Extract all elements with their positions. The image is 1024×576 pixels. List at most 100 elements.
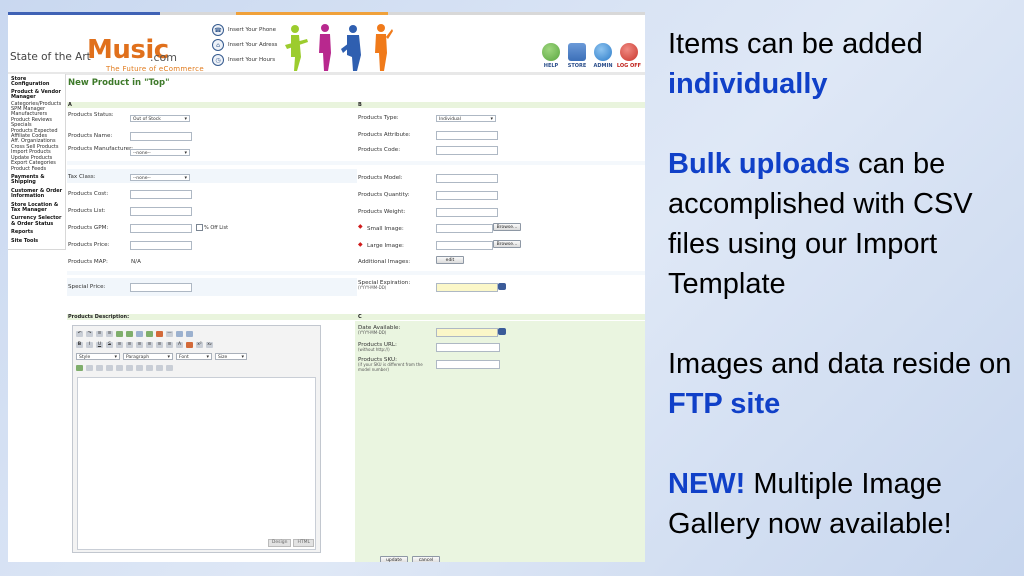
redo-icon[interactable]: ↷ [86, 331, 93, 337]
sidebar-item-store-location-tax[interactable]: Store Location & Tax Manager [8, 202, 65, 214]
editor-toolbar-1: ↶ ↷ ≡ ≡ — [76, 331, 193, 337]
align-center-icon[interactable]: ≡ [126, 342, 133, 348]
products-gpm-input[interactable] [130, 224, 192, 233]
insert-col-icon[interactable] [126, 365, 133, 371]
feature-notes: Items can be added individually Bulk upl… [668, 24, 1018, 544]
product-form: New Product in "Top" A B Products Status… [67, 74, 645, 562]
split-cells-icon[interactable] [146, 365, 153, 371]
tax-class-select[interactable]: --none-- [130, 174, 190, 182]
outdent-icon[interactable]: ≡ [166, 342, 173, 348]
large-image-browse-button[interactable]: Browse... [493, 240, 521, 248]
special-expiration-label: Special Expiration: (YYYY-MM-DD) [358, 280, 411, 291]
merge-cells-icon[interactable] [156, 365, 163, 371]
section-a-label: A [68, 102, 72, 108]
products-price-input[interactable] [130, 241, 192, 250]
products-attribute-input[interactable] [436, 131, 498, 140]
table-icon[interactable] [186, 331, 193, 337]
description-textarea[interactable] [77, 377, 316, 550]
sidebar-item-product-feeds[interactable]: Product Feeds [8, 166, 65, 172]
style-select[interactable]: Style [76, 353, 120, 361]
admin-screenshot: State of the Art Music .com The Future o… [8, 12, 645, 562]
products-code-input[interactable] [436, 146, 498, 155]
indent-icon[interactable]: ≡ [156, 342, 163, 348]
align-right-icon[interactable]: ≡ [136, 342, 143, 348]
paragraph-select[interactable]: Paragraph [123, 353, 173, 361]
number-list-icon[interactable]: ≡ [106, 331, 113, 337]
pct-off-list-label: % Off List [204, 225, 229, 231]
products-name-label: Products Name: [68, 133, 113, 139]
undo-icon[interactable]: ↶ [76, 331, 83, 337]
italic-icon[interactable]: I [86, 342, 93, 348]
products-status-select[interactable]: Out of Stock [130, 115, 190, 123]
cancel-button[interactable]: cancel [412, 556, 440, 562]
special-expiration-input[interactable] [436, 283, 498, 292]
products-attribute-label: Products Attribute: [358, 132, 411, 138]
calendar-icon[interactable] [498, 283, 506, 290]
sidebar-item-currency-order-status[interactable]: Currency Selector & Order Status [8, 216, 65, 227]
products-type-select[interactable]: Individual [436, 115, 496, 123]
delete-col-icon[interactable] [136, 365, 143, 371]
tax-class-row [67, 169, 357, 183]
html-tab[interactable]: HTML [293, 539, 314, 547]
special-price-input[interactable] [130, 283, 192, 292]
align-left-icon[interactable]: ≡ [116, 342, 123, 348]
nav-store[interactable]: STORE [566, 43, 588, 69]
products-weight-input[interactable] [436, 208, 498, 217]
products-cost-input[interactable] [130, 190, 192, 199]
sidebar-item-reports[interactable]: Reports [8, 229, 65, 235]
cell-props-icon[interactable] [96, 365, 103, 371]
small-image-input[interactable] [436, 224, 493, 233]
hr-icon[interactable]: — [166, 331, 173, 337]
design-tab[interactable]: Design [267, 539, 292, 547]
date-available-input[interactable] [436, 328, 498, 337]
products-model-input[interactable] [436, 174, 498, 183]
additional-images-edit-button[interactable]: edit [436, 256, 464, 264]
find-icon[interactable] [116, 331, 123, 337]
section-c-label: C [358, 314, 362, 320]
align-justify-icon[interactable]: ≡ [146, 342, 153, 348]
products-url-input[interactable] [436, 343, 500, 352]
bullet-list-icon[interactable]: ≡ [96, 331, 103, 337]
nav-logoff[interactable]: LOG OFF [617, 43, 641, 69]
subscript-icon[interactable]: x₂ [206, 342, 213, 348]
image-icon[interactable] [136, 331, 143, 337]
insert-row-icon[interactable] [106, 365, 113, 371]
table-insert-icon[interactable] [76, 365, 83, 371]
products-name-input[interactable] [130, 132, 192, 141]
flash-icon[interactable] [146, 331, 153, 337]
sidebar-item-customer-order-information[interactable]: Customer & Order Information [8, 188, 65, 200]
products-manufacturer-select[interactable]: --none-- [130, 149, 190, 157]
products-quantity-input[interactable] [436, 191, 498, 200]
update-button[interactable]: update [380, 556, 408, 562]
pct-off-list-checkbox[interactable] [196, 224, 203, 231]
replace-icon[interactable] [126, 331, 133, 337]
cleanup-icon[interactable] [156, 331, 163, 337]
superscript-icon[interactable]: x² [196, 342, 203, 348]
products-list-input[interactable] [130, 207, 192, 216]
underline-icon[interactable]: U [96, 342, 103, 348]
nav-admin[interactable]: ADMIN [592, 43, 614, 69]
calendar-icon[interactable] [498, 328, 506, 335]
small-image-browse-button[interactable]: Browse... [493, 223, 521, 231]
products-sku-input[interactable] [436, 360, 500, 369]
products-quantity-label: Products Quantity: [358, 192, 410, 198]
delete-row-icon[interactable] [116, 365, 123, 371]
products-manufacturer-label: Products Manufacturer: [68, 146, 134, 152]
visual-aid-icon[interactable] [166, 365, 173, 371]
large-image-input[interactable] [436, 241, 493, 250]
sidebar-item-site-tools[interactable]: Site Tools [8, 238, 65, 244]
sidebar-item-product-vendor-manager[interactable]: Product & Vendor Manager [8, 89, 65, 101]
row-props-icon[interactable] [86, 365, 93, 371]
source-icon[interactable] [176, 331, 183, 337]
nav-help[interactable]: HELP [540, 43, 562, 69]
font-select[interactable]: Font [176, 353, 212, 361]
logo-prefix: State of the Art [10, 51, 91, 63]
bg-color-icon[interactable] [186, 342, 193, 348]
sidebar-item-store-configuration[interactable]: Store Configuration [8, 76, 65, 88]
text-color-icon[interactable]: A [176, 342, 183, 348]
sidebar-item-payments-shipping[interactable]: Payments & Shipping [8, 174, 65, 186]
strike-icon[interactable]: S [106, 342, 113, 348]
size-select[interactable]: Size [215, 353, 247, 361]
bold-icon[interactable]: B [76, 342, 83, 348]
contact-hours: ◷ Insert Your Hours [212, 54, 275, 66]
